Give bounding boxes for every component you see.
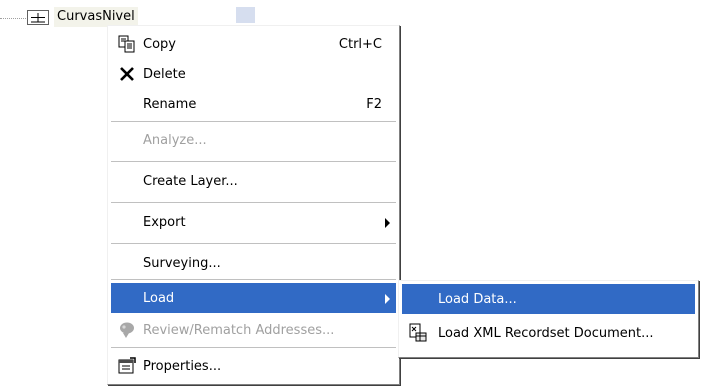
load-submenu: Load Data... Load XML Recordset Document… (398, 280, 699, 358)
menu-separator (111, 279, 396, 281)
copy-icon (117, 34, 137, 54)
submenu-arrow-icon (385, 294, 390, 304)
xml-document-icon (408, 323, 428, 343)
menu-item-export[interactable]: Export (111, 207, 396, 237)
properties-icon (117, 356, 137, 376)
context-menu: Copy Ctrl+C Delete Rename F2 Analyze... … (107, 25, 400, 385)
menu-item-copy[interactable]: Copy Ctrl+C (111, 29, 396, 59)
menu-item-label: Analyze... (143, 133, 207, 148)
menu-separator (111, 347, 396, 349)
submenu-item-label: Load XML Recordset Document... (438, 326, 654, 341)
submenu-arrow-icon (385, 218, 390, 228)
menu-item-label: Review/Rematch Addresses... (143, 323, 335, 338)
geocode-icon (117, 320, 137, 340)
menu-item-label: Create Layer... (143, 174, 238, 189)
menu-item-label: Delete (143, 67, 186, 82)
menu-item-review-rematch-addresses: Review/Rematch Addresses... (111, 315, 396, 345)
submenu-item-load-data[interactable]: Load Data... (402, 284, 695, 314)
submenu-item-load-xml-recordset[interactable]: Load XML Recordset Document... (402, 318, 695, 348)
menu-item-label: Load (143, 291, 175, 306)
menu-separator (111, 202, 396, 204)
menu-item-shortcut: F2 (366, 97, 382, 112)
menu-item-label: Properties... (143, 359, 222, 374)
submenu-item-label: Load Data... (438, 292, 517, 307)
tree-node-label[interactable]: CurvasNivel (54, 7, 138, 27)
tree-connector-line (0, 18, 26, 19)
menu-separator (111, 161, 396, 163)
delete-x-icon (117, 64, 137, 84)
menu-item-surveying[interactable]: Surveying... (111, 248, 396, 278)
menu-item-shortcut: Ctrl+C (338, 37, 382, 52)
menu-item-load[interactable]: Load (111, 283, 396, 313)
menu-separator (111, 243, 396, 245)
tree-selection-fragment (236, 7, 255, 23)
menu-item-create-layer[interactable]: Create Layer... (111, 166, 396, 196)
menu-item-label: Copy (143, 37, 176, 52)
menu-item-analyze: Analyze... (111, 125, 396, 155)
menu-separator (111, 121, 396, 123)
menu-item-label: Rename (143, 97, 197, 112)
menu-item-label: Surveying... (143, 256, 221, 271)
menu-item-delete[interactable]: Delete (111, 59, 396, 89)
menu-item-rename[interactable]: Rename F2 (111, 89, 396, 119)
menu-item-label: Export (143, 215, 186, 230)
menu-item-properties[interactable]: Properties... (111, 351, 396, 381)
plus-square-icon[interactable] (27, 10, 49, 25)
